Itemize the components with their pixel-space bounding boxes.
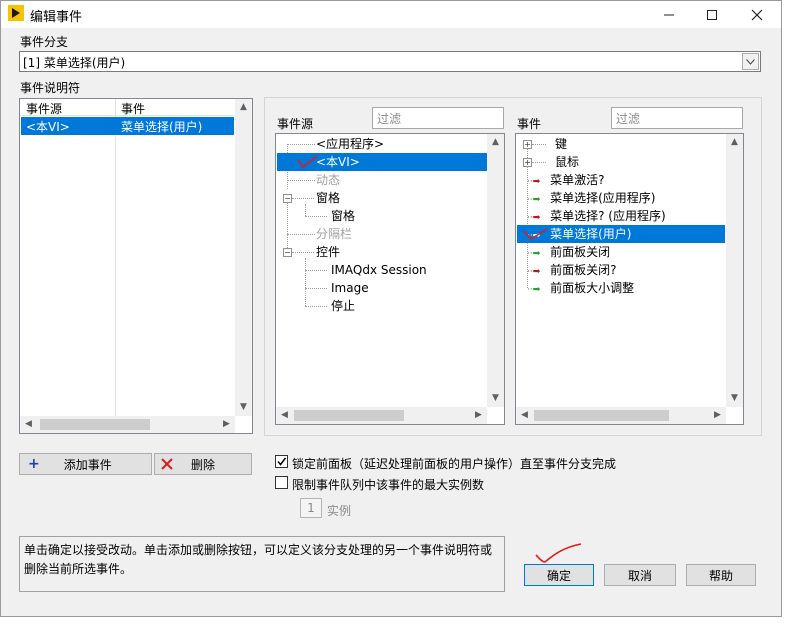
sources-horizontal-scrollbar[interactable]: ◀ ▶ (276, 407, 487, 424)
event-label: 菜单选择(应用程序) (550, 191, 656, 205)
column-header-source[interactable]: 事件源 (26, 100, 62, 117)
event-sources-tree[interactable]: − − <应用程序> <本VI> 动态 窗格 窗格 分隔栏 控件 IMAQdx … (275, 133, 505, 425)
tree-item-menu-selection-app[interactable]: ··➡ 菜单选择(应用程序) (527, 189, 655, 207)
tree-item-pane[interactable]: 窗格 (331, 207, 355, 225)
row-event: 菜单选择(用户) (121, 120, 203, 134)
column-header-event[interactable]: 事件 (121, 100, 145, 117)
notify-event-arrow-icon: ··➡ (527, 249, 541, 259)
delete-x-icon (161, 458, 173, 470)
tree-item-panel-close[interactable]: ··➡ 前面板关闭 (527, 243, 610, 261)
scroll-left-icon[interactable]: ◀ (276, 407, 293, 424)
ok-button[interactable]: 确定 (524, 564, 594, 586)
filter-event-arrow-icon: ··➡ (527, 267, 541, 277)
close-icon[interactable] (737, 1, 777, 28)
notify-event-arrow-icon: ··➡ (527, 285, 541, 295)
events-label: 事件 (517, 117, 542, 131)
tree-item-panel-resize[interactable]: ··➡ 前面板大小调整 (527, 279, 634, 297)
lock-panel-label: 锁定前面板（延迟处理前面板的用户操作）直至事件分支完成 (292, 457, 617, 471)
tree-item-label: <本VI> (316, 155, 360, 169)
specifiers-horizontal-scrollbar[interactable]: ◀ ▶ (20, 416, 235, 433)
tree-item-application[interactable]: <应用程序> (316, 135, 384, 153)
specifiers-vertical-scrollbar[interactable]: ▲ ▼ (235, 99, 252, 416)
tree-item-panes[interactable]: 窗格 (316, 189, 340, 207)
cancel-button[interactable]: 取消 (604, 564, 676, 586)
add-event-label: 添加事件 (63, 457, 112, 472)
scroll-thumb[interactable] (534, 410, 669, 421)
specifiers-header: 事件源 事件 (20, 99, 234, 116)
window-title: 编辑事件 (30, 10, 83, 25)
collapse-icon[interactable]: − (283, 194, 292, 203)
event-label: 前面板大小调整 (550, 281, 635, 295)
expand-icon[interactable]: + (523, 158, 532, 167)
events-tree[interactable]: + + 键 鼠标 ··➡ 菜单激活? ··➡ 菜单选择(应用程序) ··➡ 菜单… (515, 133, 744, 425)
plus-icon: + (28, 456, 40, 472)
event-case-value: [1] 菜单选择(用户) (23, 56, 126, 70)
scroll-left-icon[interactable]: ◀ (516, 407, 533, 424)
tree-item-key[interactable]: 键 (555, 135, 567, 153)
row-source: <本VI> (26, 120, 70, 134)
add-event-button[interactable]: + 添加事件 (19, 453, 152, 475)
instances-input[interactable]: 1 (300, 498, 322, 518)
maximize-icon[interactable] (692, 1, 732, 28)
tree-item-imaqdx-session[interactable]: IMAQdx Session (331, 261, 427, 279)
tree-item-splitters[interactable]: 分隔栏 (316, 225, 352, 243)
scroll-down-icon[interactable]: ▼ (487, 390, 504, 407)
delete-button[interactable]: 删除 (154, 453, 252, 475)
notify-event-arrow-icon: ··➡ (527, 195, 541, 205)
scroll-up-icon[interactable]: ▲ (487, 134, 504, 151)
tree-item-controls[interactable]: 控件 (316, 243, 340, 261)
tree-item-dynamic[interactable]: 动态 (316, 171, 340, 189)
events-horizontal-scrollbar[interactable]: ◀ ▶ (516, 407, 726, 424)
scroll-down-icon[interactable]: ▼ (235, 399, 252, 416)
tree-item-stop[interactable]: 停止 (331, 297, 355, 315)
tree-item-image[interactable]: Image (331, 279, 369, 297)
events-filter-input[interactable]: 过滤 (611, 107, 743, 129)
scroll-right-icon[interactable]: ▶ (470, 407, 487, 424)
expand-icon[interactable]: + (523, 140, 532, 149)
scroll-right-icon[interactable]: ▶ (709, 407, 726, 424)
tree-item-menu-activation[interactable]: ··➡ 菜单激活? (527, 171, 604, 189)
event-specifiers-label: 事件说明符 (20, 81, 81, 95)
table-row[interactable]: <本VI> 菜单选择(用户) (21, 117, 234, 135)
collapse-icon[interactable]: − (283, 248, 292, 257)
scroll-down-icon[interactable]: ▼ (726, 390, 743, 407)
filter-event-arrow-icon: ··➡ (527, 213, 541, 223)
labview-icon (8, 5, 24, 21)
red-checkmark-annotation (535, 543, 582, 563)
red-checkmark-annotation (297, 155, 318, 169)
limit-queue-checkbox[interactable] (275, 476, 288, 489)
tree-item-mouse[interactable]: 鼠标 (555, 153, 579, 171)
event-label: 菜单选择(用户) (550, 227, 632, 241)
tree-item-menu-selection-app-filter[interactable]: ··➡ 菜单选择? (应用程序) (527, 207, 666, 225)
event-label: 前面板关闭? (550, 263, 617, 277)
event-label: 菜单激活? (550, 173, 605, 187)
event-case-select[interactable]: [1] 菜单选择(用户) (19, 51, 761, 72)
red-checkmark-annotation (523, 228, 548, 241)
limit-queue-label: 限制事件队列中该事件的最大实例数 (292, 478, 485, 492)
scroll-up-icon[interactable]: ▲ (726, 134, 743, 151)
events-vertical-scrollbar[interactable]: ▲ ▼ (726, 134, 743, 407)
tree-item-panel-close-filter[interactable]: ··➡ 前面板关闭? (527, 261, 616, 279)
scroll-left-icon[interactable]: ◀ (20, 416, 37, 433)
sources-filter-input[interactable]: 过滤 (372, 107, 504, 129)
event-case-label: 事件分支 (20, 35, 69, 49)
lock-panel-checkbox[interactable] (275, 455, 288, 468)
scroll-thumb[interactable] (294, 410, 404, 421)
filter-event-arrow-icon: ··➡ (527, 177, 541, 187)
chevron-down-icon[interactable] (742, 53, 759, 70)
scroll-up-icon[interactable]: ▲ (235, 99, 252, 116)
event-specifiers-list[interactable]: 事件源 事件 <本VI> 菜单选择(用户) ▲ ▼ ◀ ▶ (19, 98, 253, 434)
help-button[interactable]: 帮助 (686, 564, 756, 586)
event-sources-label: 事件源 (277, 117, 314, 131)
sources-vertical-scrollbar[interactable]: ▲ ▼ (487, 134, 504, 407)
help-text: 单击确定以接受改动。单击添加或删除按钮，可以定义该分支处理的另一个事件说明符或删… (19, 536, 505, 592)
scroll-thumb[interactable] (40, 419, 150, 430)
delete-label: 删除 (191, 457, 216, 472)
instances-label: 实例 (327, 504, 352, 518)
minimize-icon[interactable] (649, 1, 689, 28)
event-label: 前面板关闭 (550, 245, 611, 259)
event-label: 菜单选择? (应用程序) (550, 209, 666, 223)
scroll-right-icon[interactable]: ▶ (218, 416, 235, 433)
